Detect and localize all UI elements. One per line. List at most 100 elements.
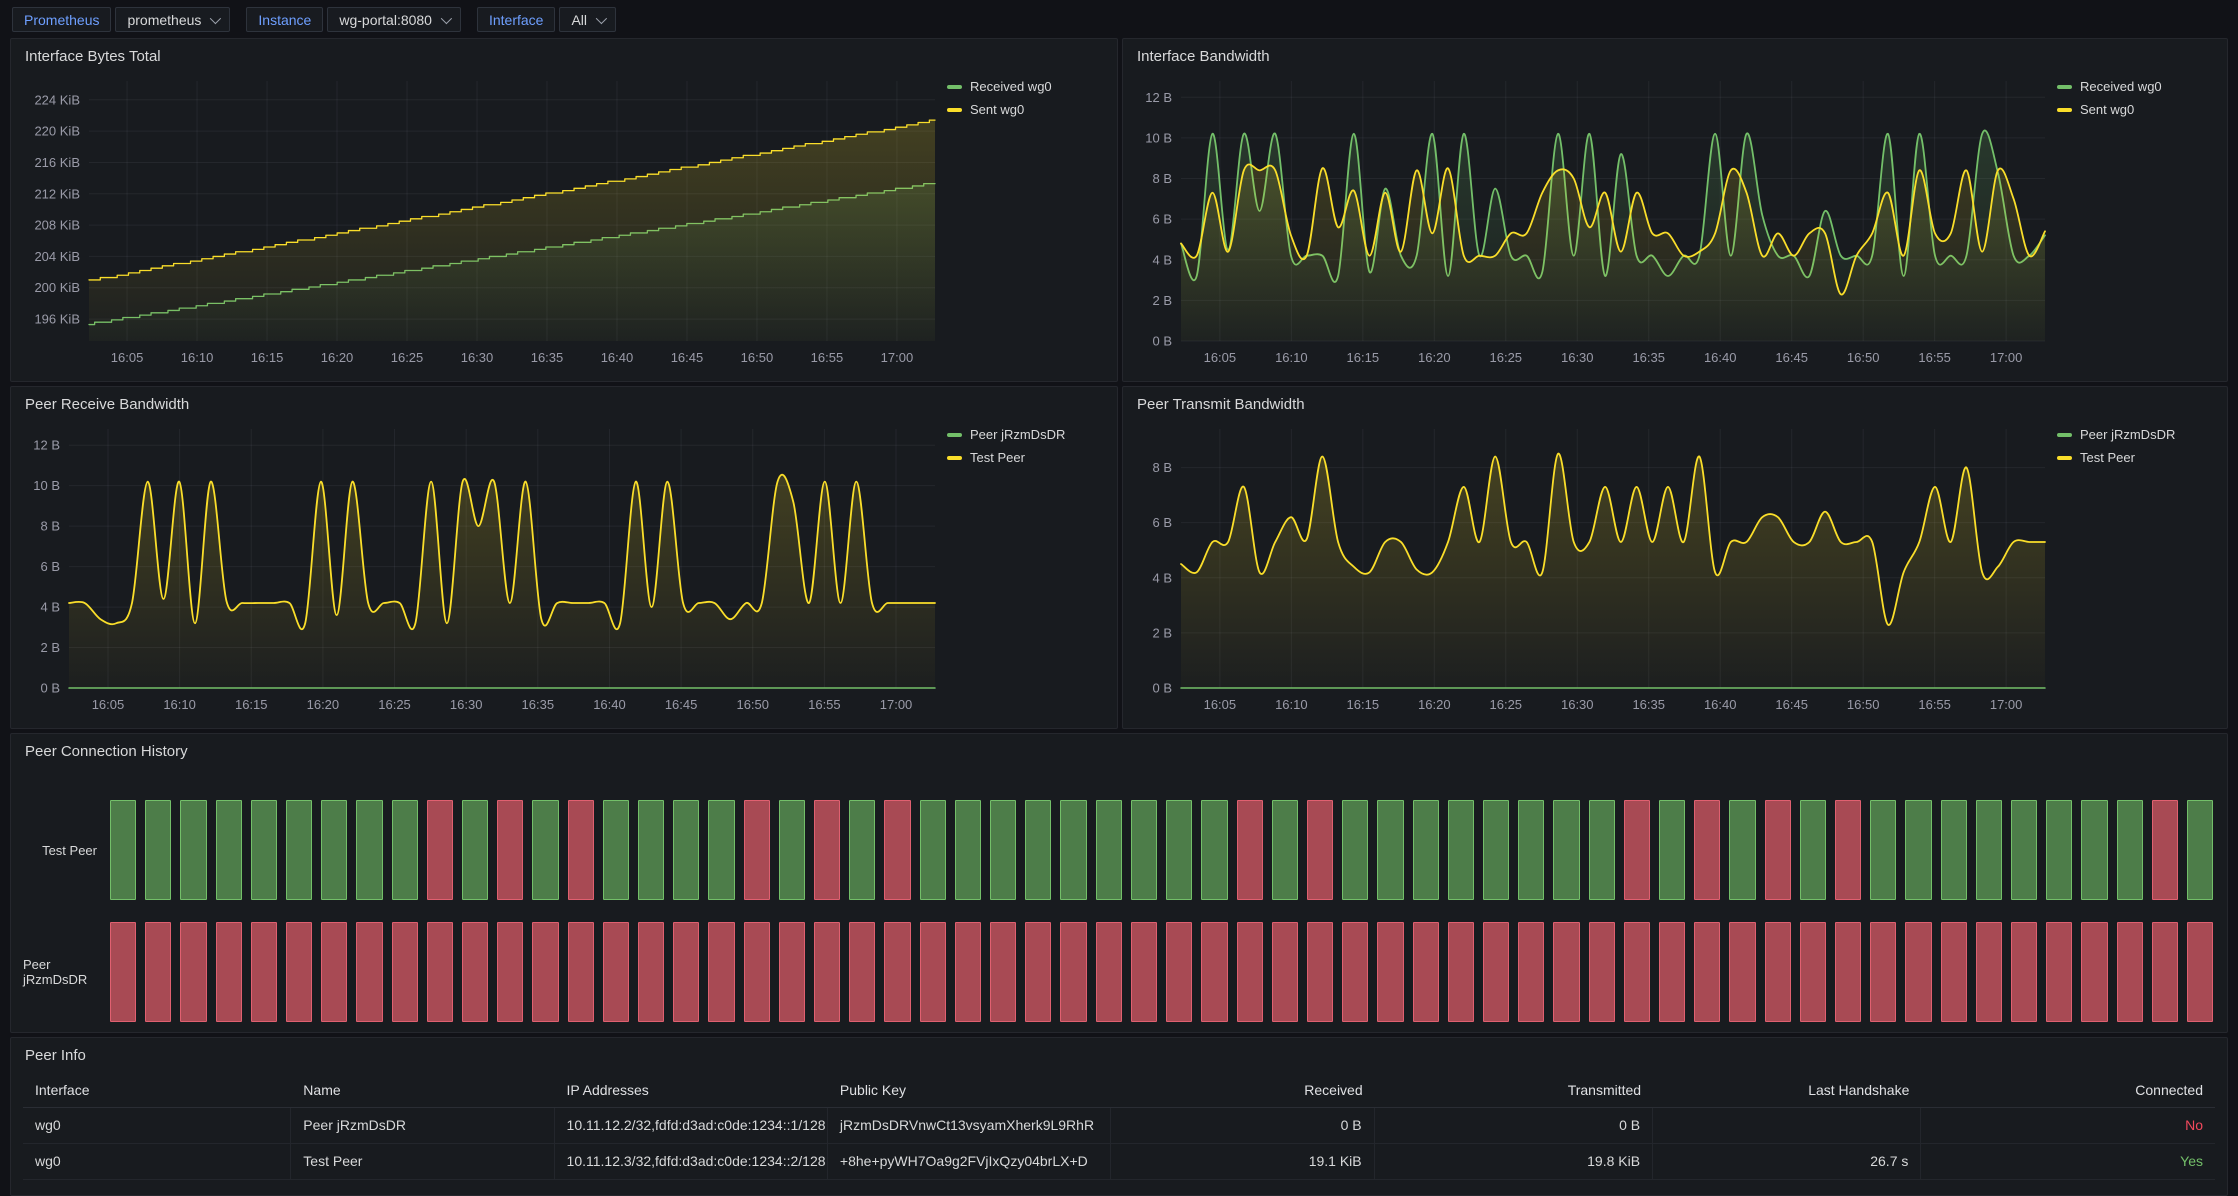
status-bar-up xyxy=(1448,800,1474,900)
status-bar-up xyxy=(673,800,699,900)
status-bar-down xyxy=(1272,922,1298,1022)
status-bar-down xyxy=(392,922,418,1022)
column-header-received[interactable]: Received xyxy=(1111,1074,1374,1107)
legend-label: Test Peer xyxy=(2080,450,2135,465)
legend-swatch xyxy=(947,108,962,112)
x-tick-label: 16:15 xyxy=(251,350,284,365)
status-bar-down xyxy=(1307,922,1333,1022)
panel-title[interactable]: Peer Info xyxy=(25,1046,2215,1068)
status-history: Test PeerPeer jRzmDsDR16:0616:1116:1616:… xyxy=(23,766,2215,1022)
legend-item[interactable]: Peer jRzmDsDR xyxy=(947,427,1105,442)
status-bar-up xyxy=(1976,800,2002,900)
status-bar-up xyxy=(180,800,206,900)
variable-value-instance-dropdown[interactable]: wg-portal:8080 xyxy=(327,7,461,32)
status-bar-down xyxy=(568,922,594,1022)
x-tick-label: 16:20 xyxy=(307,697,340,712)
status-bar-down xyxy=(1025,922,1051,1022)
status-bar-down xyxy=(779,922,805,1022)
variable-value-interface-dropdown[interactable]: All xyxy=(559,7,616,32)
legend-item[interactable]: Received wg0 xyxy=(947,79,1105,94)
legend-item[interactable]: Received wg0 xyxy=(2057,79,2215,94)
status-bar-down xyxy=(2011,922,2037,1022)
table-row: wg0Peer jRzmDsDR10.11.12.2/32,fdfd:d3ad:… xyxy=(23,1108,2215,1144)
table-cell: 19.8 KiB xyxy=(1375,1144,1653,1179)
status-bar-down xyxy=(744,800,770,900)
x-tick-label: 16:20 xyxy=(1418,697,1451,712)
status-bar-up xyxy=(1941,800,1967,900)
status-bar-down xyxy=(744,922,770,1022)
legend-item[interactable]: Test Peer xyxy=(947,450,1105,465)
series-fill xyxy=(89,120,935,341)
column-header-transmitted[interactable]: Transmitted xyxy=(1375,1074,1653,1107)
status-bar-down xyxy=(497,800,523,900)
status-bar-up xyxy=(2117,800,2143,900)
variable-value-text: All xyxy=(571,12,587,28)
variable-value-prometheus-dropdown[interactable]: prometheus xyxy=(115,7,230,32)
y-tick-label: 8 B xyxy=(1152,171,1172,186)
y-tick-label: 6 B xyxy=(1152,212,1172,227)
status-bar-up xyxy=(356,800,382,900)
panel-title[interactable]: Peer Connection History xyxy=(25,742,2215,764)
x-tick-label: 16:05 xyxy=(92,697,125,712)
panel-interface-bytes-total: Interface Bytes Total 196 KiB200 KiB204 … xyxy=(10,38,1118,382)
panel-title[interactable]: Interface Bytes Total xyxy=(25,47,1105,69)
x-tick-label: 17:00 xyxy=(1990,697,2023,712)
legend-label: Peer jRzmDsDR xyxy=(2080,427,2175,442)
legend-item[interactable]: Sent wg0 xyxy=(947,102,1105,117)
x-tick-label: 16:35 xyxy=(522,697,555,712)
status-bar-up xyxy=(1272,800,1298,900)
status-bar-down xyxy=(1413,922,1439,1022)
status-bar-up xyxy=(1483,800,1509,900)
chevron-down-icon xyxy=(596,12,607,23)
column-header-ip-addresses[interactable]: IP Addresses xyxy=(555,1074,828,1107)
panel-peer-receive-bandwidth: Peer Receive Bandwidth 0 B2 B4 B6 B8 B10… xyxy=(10,386,1118,729)
y-tick-label: 12 B xyxy=(33,438,60,453)
status-bar-down xyxy=(251,922,277,1022)
y-tick-label: 0 B xyxy=(1152,334,1172,349)
y-tick-label: 10 B xyxy=(1145,130,1172,145)
x-tick-label: 16:45 xyxy=(1775,350,1808,365)
panel-title[interactable]: Peer Receive Bandwidth xyxy=(25,395,1105,417)
panel-title[interactable]: Interface Bandwidth xyxy=(1137,47,2215,69)
grafana-dashboard: Prometheus prometheus Instance wg-portal… xyxy=(0,0,2238,1196)
panel-title[interactable]: Peer Transmit Bandwidth xyxy=(1137,395,2215,417)
status-bar-down xyxy=(1060,922,1086,1022)
column-header-connected[interactable]: Connected xyxy=(1921,1074,2215,1107)
y-tick-label: 4 B xyxy=(40,600,60,615)
x-tick-label: 16:30 xyxy=(1561,697,1594,712)
chevron-down-icon xyxy=(210,12,221,23)
legend-item[interactable]: Peer jRzmDsDR xyxy=(2057,427,2215,442)
legend-label: Sent wg0 xyxy=(2080,102,2134,117)
status-bar-up xyxy=(462,800,488,900)
x-tick-label: 16:10 xyxy=(181,350,214,365)
x-tick-label: 16:35 xyxy=(1632,350,1665,365)
legend-swatch xyxy=(2057,85,2072,89)
variables-bar: Prometheus prometheus Instance wg-portal… xyxy=(12,7,616,32)
variable-interface: Interface All xyxy=(477,7,616,32)
status-bar-up xyxy=(1800,800,1826,900)
panel-interface-bandwidth: Interface Bandwidth 0 B2 B4 B6 B8 B10 B1… xyxy=(1122,38,2228,382)
chart-wrap: 0 B2 B4 B6 B8 B10 B12 B16:0516:1016:1516… xyxy=(23,419,1105,718)
x-tick-label: 16:40 xyxy=(1704,697,1737,712)
x-tick-label: 16:50 xyxy=(736,697,769,712)
legend-label: Received wg0 xyxy=(970,79,1052,94)
status-bar-down xyxy=(1765,922,1791,1022)
status-bar-up xyxy=(920,800,946,900)
y-tick-label: 6 B xyxy=(1152,515,1172,530)
column-header-last-handshake[interactable]: Last Handshake xyxy=(1653,1074,1921,1107)
legend-item[interactable]: Sent wg0 xyxy=(2057,102,2215,117)
legend-item[interactable]: Test Peer xyxy=(2057,450,2215,465)
column-header-public-key[interactable]: Public Key xyxy=(828,1074,1112,1107)
x-tick-label: 16:45 xyxy=(665,697,698,712)
status-bar-down xyxy=(1307,800,1333,900)
status-bar-down xyxy=(1729,922,1755,1022)
column-header-interface[interactable]: Interface xyxy=(23,1074,291,1107)
column-header-name[interactable]: Name xyxy=(291,1074,554,1107)
legend-swatch xyxy=(2057,108,2072,112)
status-bar-up xyxy=(779,800,805,900)
x-tick-label: 16:50 xyxy=(1847,697,1880,712)
status-bar-down xyxy=(1800,922,1826,1022)
status-bar-down xyxy=(955,922,981,1022)
status-bar-down xyxy=(1694,922,1720,1022)
status-bar-up xyxy=(251,800,277,900)
